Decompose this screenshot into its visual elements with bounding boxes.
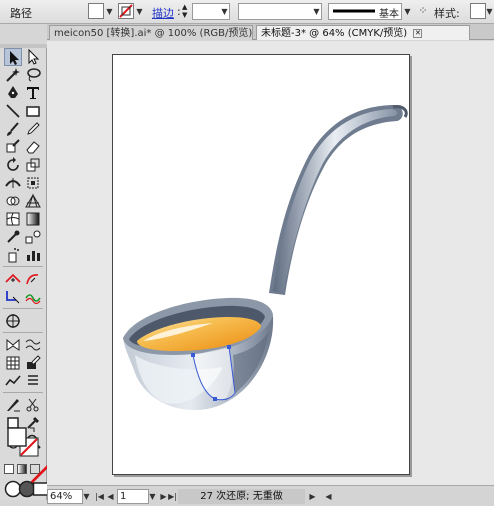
grid-mesh-icon[interactable] [4,354,22,372]
tools-panel [0,44,50,500]
previous-artboard-button[interactable]: ◀ [105,489,116,504]
direct-selection-tool-icon[interactable] [24,48,42,66]
column-graph-tool-icon[interactable] [24,246,42,264]
perspective-grid-tool-icon[interactable] [24,192,42,210]
scale-tool-icon[interactable] [24,156,42,174]
free-transform-tool-icon[interactable] [24,174,42,192]
add-anchor-point-tool-icon[interactable] [4,270,22,288]
rectangle-tool-icon[interactable] [24,102,42,120]
brush-definition[interactable]: 基本 [328,3,402,20]
stroke-dropdown-arrow[interactable]: ▼ [134,3,145,20]
live-paint-icon[interactable] [24,354,42,372]
last-artboard-button[interactable]: ▶| [167,489,178,504]
crosshair-tool-icon[interactable] [4,312,22,330]
profile-dropdown[interactable]: ▼ [311,3,322,20]
magic-wand-tool-icon[interactable] [4,66,22,84]
mesh-tool-icon[interactable] [4,210,22,228]
fill-stroke-widget[interactable] [6,426,42,463]
zoom-dropdown[interactable]: ▼ [81,489,92,504]
stroke-swatch[interactable] [118,3,134,19]
screen-mode-icon[interactable] [32,480,50,496]
close-icon[interactable]: ✕ [413,28,423,38]
draw-behind-icon[interactable] [18,480,36,498]
first-artboard-button[interactable]: |◀ [94,489,105,504]
ladle-illustration [123,105,408,411]
envelope-warp-icon[interactable] [4,336,22,354]
none-mode-button[interactable] [30,464,50,484]
gradient-tool-icon[interactable] [24,210,42,228]
pen-tool-icon[interactable] [4,84,22,102]
rotate-tool-icon[interactable] [4,156,22,174]
paintbrush-tool-icon[interactable] [4,120,22,138]
shape-builder-tool-icon[interactable] [4,192,22,210]
symbol-sprayer-tool-icon[interactable] [4,246,22,264]
selection-type-label: 路径 [10,7,32,20]
style-dropdown[interactable]: ▼ [484,3,494,20]
type-tool-icon[interactable] [24,84,42,102]
fill-dropdown-arrow[interactable]: ▼ [104,3,115,20]
eyedropper-tool-icon[interactable] [4,228,22,246]
toolbar-divider [3,308,43,309]
artboard-number-field[interactable]: 1 [117,489,149,504]
stroke-panel-link[interactable]: 描边 [152,5,174,22]
toolbar-divider [3,392,43,393]
artboard-dropdown[interactable]: ▼ [147,489,158,504]
list-icon[interactable] [24,372,42,390]
gradient-mode-button[interactable] [17,464,27,474]
document-tab-bar: meicon50 [转换].ai* @ 100% (RGB/预览) ✕ 未标题-… [47,24,494,40]
anchor-point[interactable] [227,345,231,349]
brush-stroke-preview [333,9,375,13]
zoom-level-field[interactable]: 64% [47,489,83,504]
convert-anchor-point-tool-icon[interactable] [24,270,42,288]
brush-dropdown[interactable]: ▼ [402,3,413,20]
width-tool-icon[interactable] [4,174,22,192]
stroke-colon: : [177,5,181,18]
line-segment-tool-icon[interactable] [4,102,22,120]
smooth-path-icon[interactable] [24,288,42,306]
scroll-left-button[interactable]: ◀ [323,489,334,504]
style-label: 样式: [434,7,460,20]
blob-brush-tool-icon[interactable] [4,138,22,156]
status-bar: 64% ▼ |◀ ◀ 1 ▼ ▶ ▶| 27 次还原; 无重做 ▶ ◀ [47,485,494,506]
selection-tool-icon[interactable] [4,48,22,66]
scatter-icon[interactable]: ⁘ [415,3,431,19]
variable-width-profile[interactable] [238,3,322,20]
scissors-tool-icon[interactable] [24,396,42,414]
warp-icon[interactable] [24,336,42,354]
toolbar-divider [3,266,43,267]
pencil-tool-icon[interactable] [24,120,42,138]
blend-tool-icon[interactable] [24,228,42,246]
lasso-tool-icon[interactable] [24,66,42,84]
slice-tool-icon[interactable] [4,396,22,414]
tab-untitled-3[interactable]: 未标题-3* @ 64% (CMYK/预览) ✕ [256,25,470,40]
status-text: 27 次还原; 无重做 [178,489,305,504]
anchor-point[interactable] [191,353,195,357]
eraser-tool-icon[interactable] [24,138,42,156]
tab-label: 未标题-3* @ 64% (CMYK/预览) [261,28,408,39]
canvas-area[interactable] [47,41,494,485]
fill-swatch[interactable] [88,3,104,19]
direct-path-edit-icon[interactable] [4,288,22,306]
stroke-weight-dropdown[interactable]: ▼ [219,3,230,20]
stroke-weight-stepper[interactable]: ▲ ▼ [182,3,192,20]
control-bar: 路径 ▼ ▼ 描边 : ▲ ▼ ▼ ▼ 基本 ▼ ⁘ 样式: ▼ [0,0,494,24]
tab-meicon50[interactable]: meicon50 [转换].ai* @ 100% (RGB/预览) ✕ [49,25,268,40]
status-menu-button[interactable]: ▶ [307,489,318,504]
brush-name: 基本 [379,9,399,20]
color-mode-button[interactable] [4,464,14,474]
no-stroke-icon [119,4,133,18]
draw-normal-icon[interactable] [4,480,22,498]
anchor-point[interactable] [213,397,217,401]
toolbar-divider [3,332,43,333]
graph-data-icon[interactable] [4,372,22,390]
tab-label: meicon50 [转换].ai* @ 100% (RGB/预览) [54,28,253,39]
artboard[interactable] [112,54,410,475]
